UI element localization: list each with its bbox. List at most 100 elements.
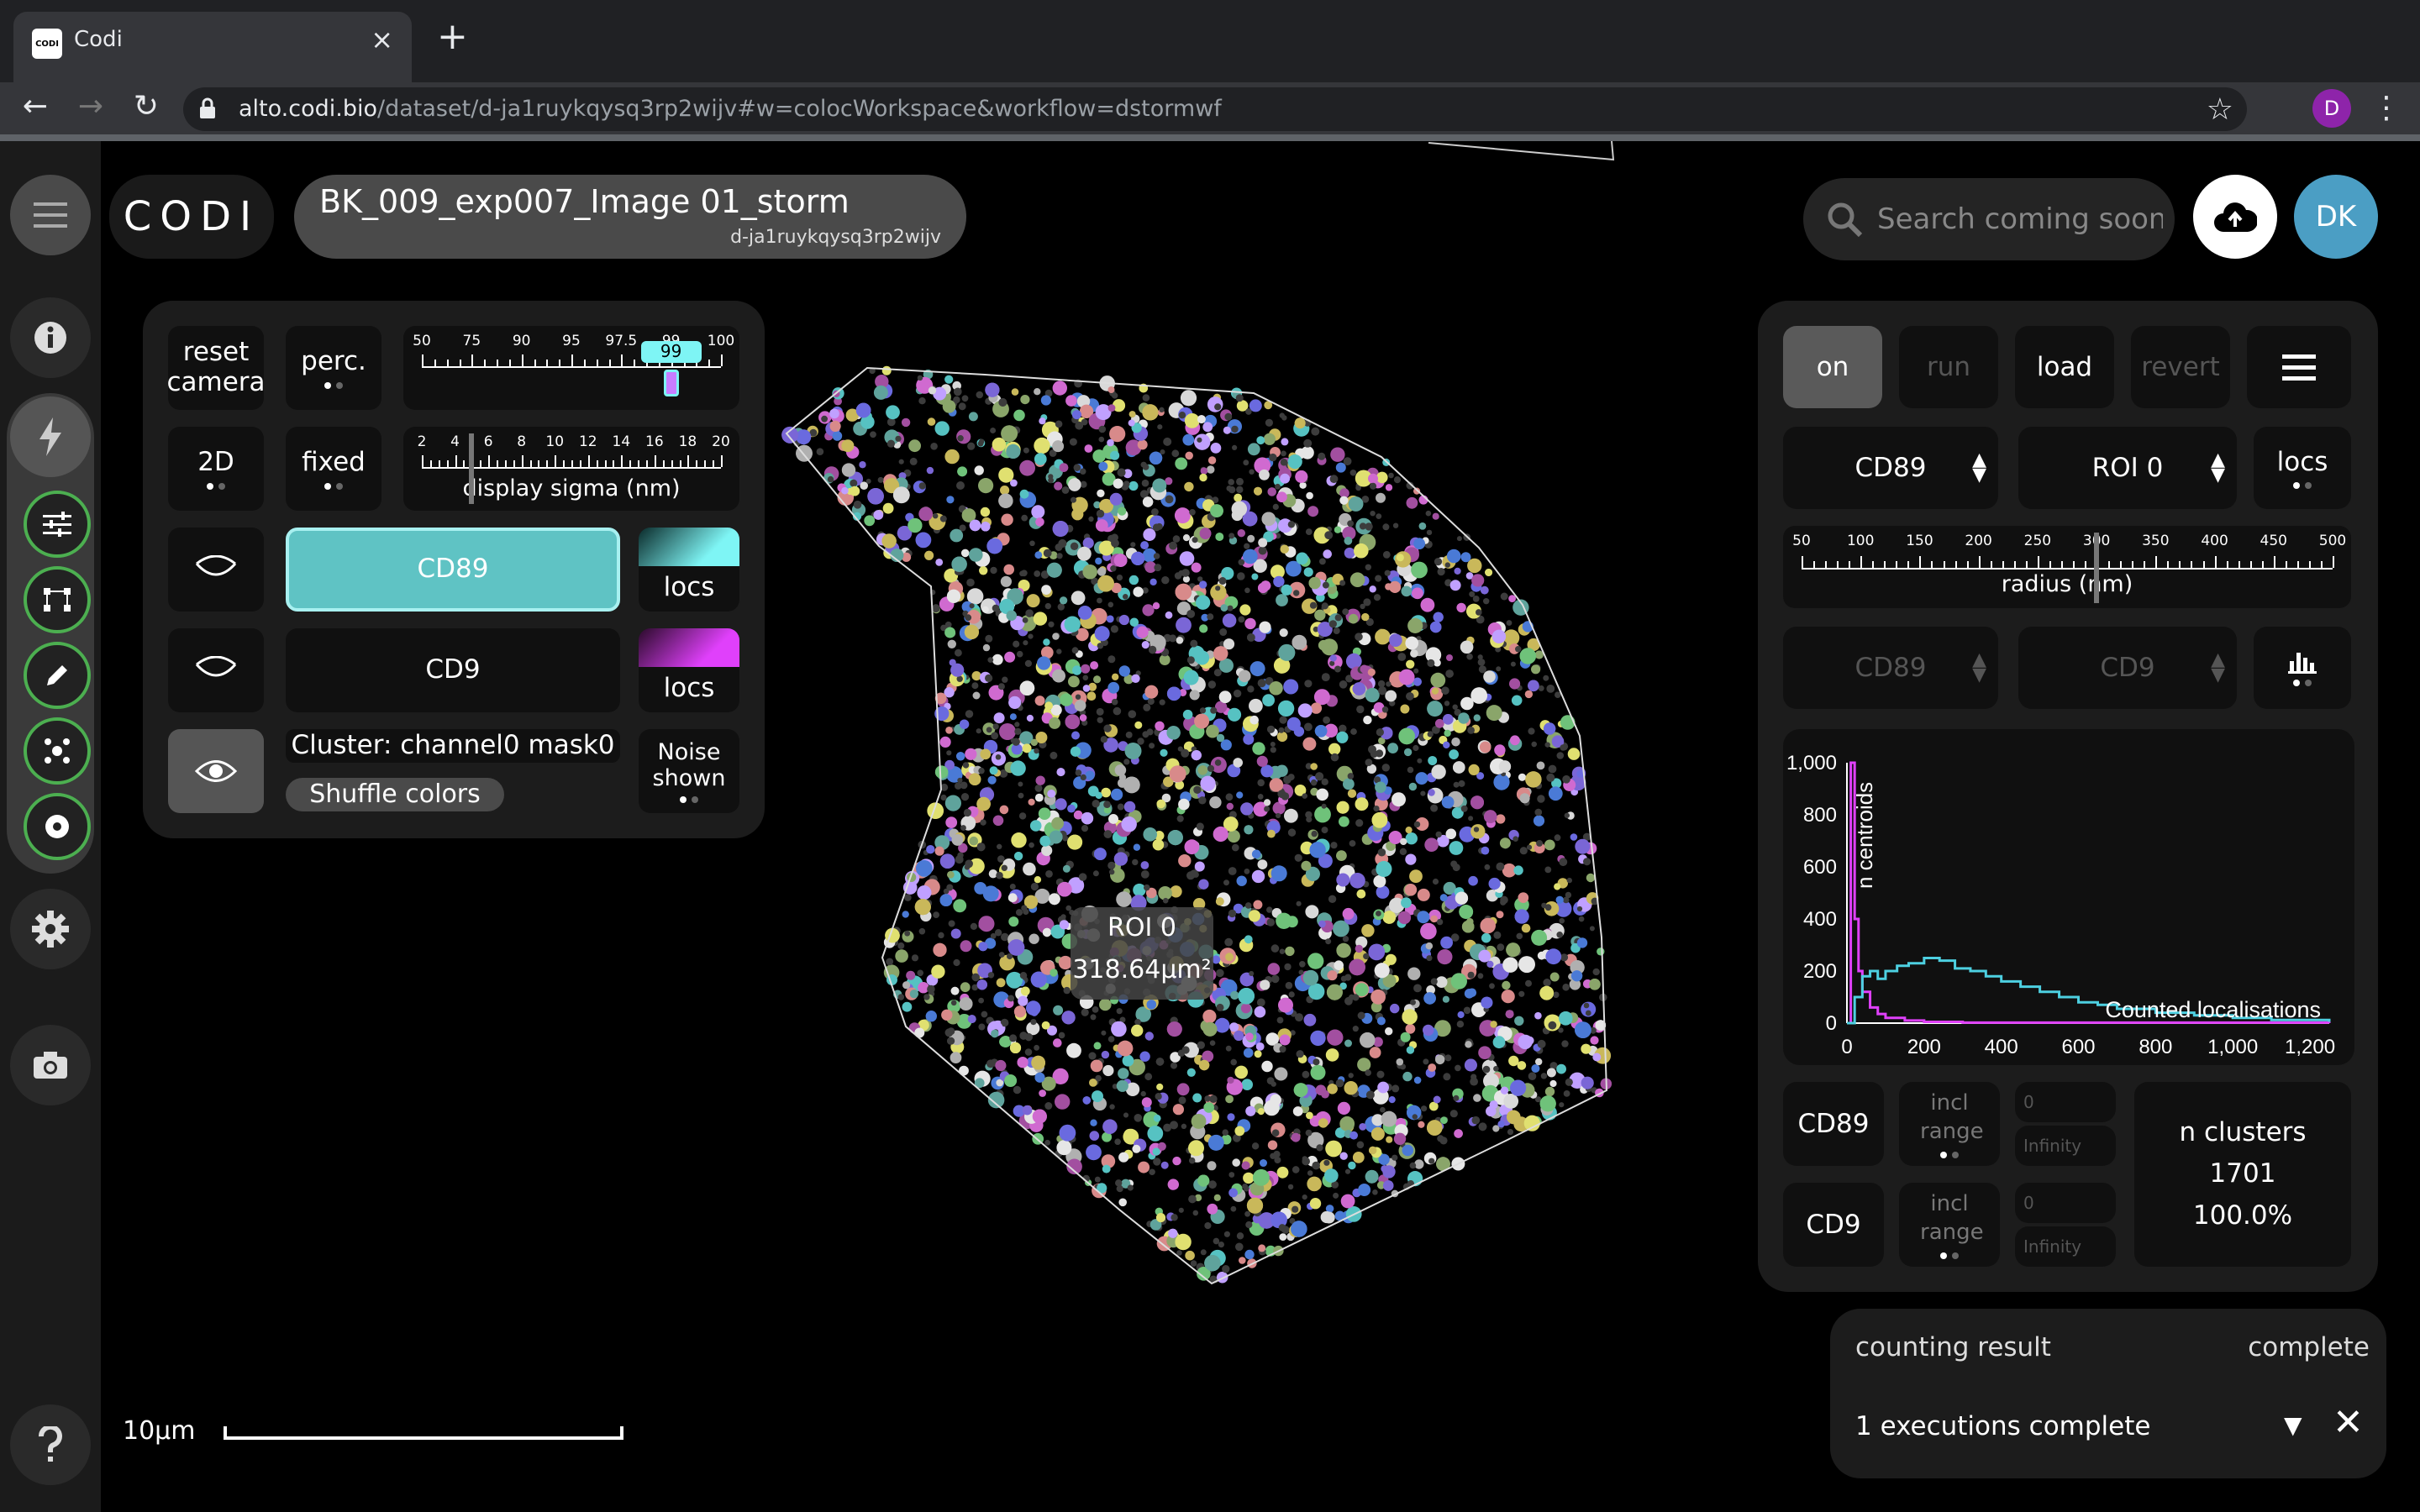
range-min-input-1[interactable]: 0: [2015, 1082, 2116, 1122]
cluster-point: [1243, 1047, 1254, 1058]
settings-sliders-button[interactable]: [24, 491, 91, 558]
histogram-toggle[interactable]: [2254, 627, 2351, 709]
new-tab-icon[interactable]: +: [437, 18, 468, 55]
draw-button[interactable]: [24, 642, 91, 709]
tab-close-icon[interactable]: ×: [371, 24, 393, 55]
cluster-point: [1023, 862, 1036, 876]
cluster-point: [1188, 1194, 1197, 1204]
upload-button[interactable]: [2193, 175, 2277, 259]
info-button[interactable]: [10, 297, 91, 378]
locs-ch2-button[interactable]: locs: [639, 628, 739, 712]
cluster-point: [1002, 676, 1008, 683]
cluster-point: [1406, 659, 1415, 669]
colocalization-button[interactable]: [24, 793, 91, 860]
on-button[interactable]: on: [1783, 326, 1882, 408]
cluster-point: [864, 515, 876, 527]
roi-select[interactable]: ROI 0 ▲ ▼: [2018, 427, 2237, 509]
cluster-point: [997, 843, 1002, 850]
percentile-slider-handle[interactable]: [663, 370, 679, 396]
forward-icon[interactable]: →: [71, 89, 111, 123]
settings-button[interactable]: [10, 889, 91, 969]
locs-toggle[interactable]: locs: [2254, 427, 2351, 509]
range-min-input-2[interactable]: 0: [2015, 1183, 2116, 1223]
reset-camera-button[interactable]: reset camera: [166, 326, 266, 410]
cluster-point: [1497, 1121, 1505, 1128]
sigma-slider-handle[interactable]: [469, 433, 475, 504]
noise-toggle[interactable]: Noise shown: [639, 729, 739, 813]
cluster-point: [1413, 821, 1421, 828]
cluster-point: [1548, 786, 1563, 801]
roi-shapes-button[interactable]: [24, 566, 91, 633]
bookmark-star-icon[interactable]: ☆: [2207, 92, 2233, 127]
cluster-point: [1014, 852, 1023, 861]
slider-tick-label: 75: [462, 333, 481, 349]
incl-range-toggle-2[interactable]: incl range: [1899, 1183, 2000, 1267]
range-max-input-2[interactable]: Infinity: [2015, 1226, 2116, 1267]
percentile-slider[interactable]: 5075909597.59910099: [403, 326, 739, 410]
revert-button[interactable]: revert: [2131, 326, 2230, 408]
cluster-point: [1548, 764, 1557, 774]
cluster-point: [934, 421, 950, 436]
menu-button[interactable]: [10, 175, 91, 255]
workflow-button[interactable]: [10, 396, 91, 477]
search-input[interactable]: [1877, 178, 2163, 260]
run-button[interactable]: run: [1899, 326, 1998, 408]
cluster-point: [1098, 425, 1107, 433]
channel-cd9-button[interactable]: CD9: [286, 628, 620, 712]
display-sigma-slider[interactable]: 2 4 6 8 10 12 14 16 18 20 display sigma (nm): [403, 427, 739, 511]
browser-menu-icon[interactable]: ⋮: [2371, 91, 2402, 125]
cluster-point: [1365, 564, 1371, 570]
cluster-point: [1402, 1144, 1414, 1157]
cluster-button[interactable]: [24, 717, 91, 785]
dim-channel-select-1[interactable]: CD89 ▲ ▼: [1783, 627, 1998, 709]
range-max-input-1[interactable]: Infinity: [2015, 1126, 2116, 1166]
cluster-point: [1183, 669, 1199, 685]
channel-cd89-button[interactable]: CD89: [286, 528, 620, 612]
n-clusters-label: n clusters: [2179, 1116, 2307, 1147]
cluster-point: [1041, 1021, 1050, 1030]
cluster-point: [1428, 1158, 1435, 1164]
channel-select[interactable]: CD89 ▲ ▼: [1783, 427, 1998, 509]
perc-toggle[interactable]: perc.: [286, 326, 381, 410]
cluster-point: [1247, 685, 1255, 693]
cluster-point: [981, 1011, 988, 1018]
browser-tab[interactable]: CODI Codi ×: [13, 12, 412, 82]
cluster-point: [1562, 984, 1570, 991]
screenshot-button[interactable]: [10, 1025, 91, 1105]
cluster-point: [1512, 836, 1518, 842]
address-bar[interactable]: alto.codi.bio/dataset/d-ja1ruykqysq3rp2w…: [183, 87, 2247, 131]
2d-toggle[interactable]: 2D: [168, 427, 264, 511]
incl-range-toggle-1[interactable]: incl range: [1899, 1082, 2000, 1166]
visibility-toggle-cluster[interactable]: [168, 729, 264, 813]
cluster-point: [1406, 692, 1414, 701]
radius-slider[interactable]: 50100150200250300350400450500radius (nm): [1783, 526, 2351, 608]
radius-slider-handle[interactable]: [2094, 533, 2100, 603]
locs-ch1-button[interactable]: locs: [639, 528, 739, 612]
visibility-toggle-ch2[interactable]: [168, 628, 264, 712]
panel-menu-button[interactable]: [2247, 326, 2351, 408]
cluster-point: [1112, 673, 1119, 680]
cluster-point: [1519, 793, 1530, 804]
back-icon[interactable]: ←: [15, 89, 55, 123]
user-avatar[interactable]: DK: [2294, 175, 2378, 259]
dim-channel-select-2[interactable]: CD9 ▲ ▼: [2018, 627, 2237, 709]
cluster-point: [1113, 554, 1128, 567]
codi-logo[interactable]: CODI: [109, 175, 274, 259]
close-icon[interactable]: ✕: [2333, 1401, 2364, 1444]
profile-avatar[interactable]: D: [2312, 89, 2351, 128]
visibility-toggle-ch1[interactable]: [168, 528, 264, 612]
expand-icon[interactable]: ▼: [2284, 1411, 2302, 1439]
help-button[interactable]: [10, 1404, 91, 1485]
cluster-point: [1233, 758, 1243, 768]
shuffle-colors-button[interactable]: Shuffle colors: [286, 778, 504, 811]
dataset-title-pill[interactable]: BK_009_exp007_Image 01_storm d-ja1ruykqy…: [294, 175, 966, 259]
reload-icon[interactable]: ↻: [126, 89, 166, 123]
localisation-canvas[interactable]: [756, 360, 1731, 1468]
cluster-point: [1323, 1159, 1330, 1166]
cluster-point: [1243, 459, 1249, 466]
cluster-point: [1234, 1030, 1244, 1041]
slider-tick: [2155, 556, 2158, 568]
fixed-toggle[interactable]: fixed: [286, 427, 381, 511]
slider-tick: [2060, 561, 2063, 568]
load-button[interactable]: load: [2015, 326, 2114, 408]
